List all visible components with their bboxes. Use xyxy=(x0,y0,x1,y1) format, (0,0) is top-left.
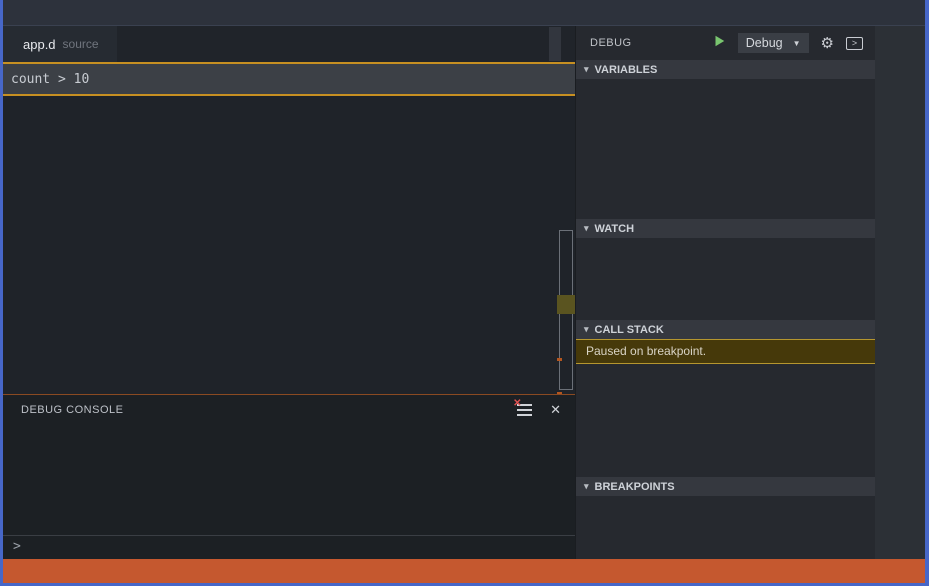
overview-mark xyxy=(557,358,562,361)
close-icon[interactable]: ✕ xyxy=(550,402,561,418)
debug-console-panel: DEBUG CONSOLE ✕ ✕ > xyxy=(3,394,575,559)
open-console-icon[interactable]: > xyxy=(846,36,863,50)
debug-toolbar xyxy=(549,27,561,61)
chevron-down-icon: ▼ xyxy=(792,38,801,48)
watch-list xyxy=(576,238,875,320)
debug-panel-title: DEBUG xyxy=(590,37,632,49)
vscode-window: app.d source count > 10 DEBUG CONSOLE ✕ … xyxy=(0,0,929,586)
paused-banner: Paused on breakpoint. xyxy=(576,339,875,364)
console-output xyxy=(3,425,575,427)
chevron-expanded-icon: ▾ xyxy=(584,324,589,334)
chevron-expanded-icon: ▾ xyxy=(584,481,589,491)
editor-scrollbar[interactable] xyxy=(557,62,575,394)
menu-bar xyxy=(3,0,925,26)
breakpoints-section-header[interactable]: ▾ BREAKPOINTS xyxy=(576,477,875,496)
callstack-list xyxy=(576,364,875,477)
gear-icon[interactable]: ⚙ xyxy=(821,34,834,52)
breakpoint-condition-widget: count > 10 xyxy=(3,62,575,96)
debug-console-title: DEBUG CONSOLE xyxy=(21,404,124,416)
chevron-expanded-icon: ▾ xyxy=(584,64,589,74)
tab-bar: app.d source xyxy=(3,26,575,62)
breakpoint-condition-input[interactable]: count > 10 xyxy=(3,72,575,87)
console-input[interactable]: > xyxy=(3,535,575,559)
activity-bar xyxy=(875,26,925,559)
tab-file-name: app.d xyxy=(23,36,56,52)
overview-current-line-mark xyxy=(557,295,575,314)
status-bar xyxy=(3,559,925,583)
variables-list xyxy=(576,79,875,219)
breakpoints-list xyxy=(576,496,875,559)
clear-console-icon[interactable]: ✕ xyxy=(513,398,533,416)
variables-section-header[interactable]: ▾ VARIABLES xyxy=(576,60,875,79)
code-editor[interactable]: count > 10 xyxy=(3,62,575,394)
debug-panel-header: DEBUG Debug ▼ ⚙ > xyxy=(576,26,875,60)
debug-sidebar: DEBUG Debug ▼ ⚙ > ▾ VARIABLES ▾ WATCH ▾ CALL… xyxy=(575,26,875,559)
debug-config-select[interactable]: Debug ▼ xyxy=(737,33,809,53)
start-debug-icon[interactable] xyxy=(712,34,726,53)
tab-hint: source xyxy=(62,37,99,51)
chevron-expanded-icon: ▾ xyxy=(584,223,589,233)
tab-appd[interactable]: app.d source xyxy=(3,26,117,62)
watch-section-header[interactable]: ▾ WATCH xyxy=(576,219,875,238)
callstack-section-header[interactable]: ▾ CALL STACK xyxy=(576,320,875,339)
